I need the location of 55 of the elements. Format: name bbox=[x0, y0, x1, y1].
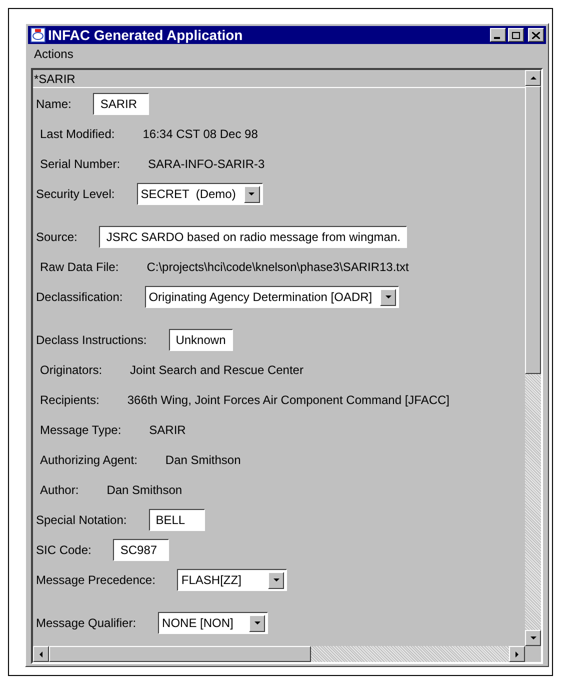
field-label: Message Type: bbox=[40, 422, 122, 439]
field-label: SIC Code: bbox=[36, 542, 92, 559]
field-value: 366th Wing, Joint Forces Air Component Command [JFACC] bbox=[127, 392, 450, 409]
field-label: Declass Instructions: bbox=[36, 332, 147, 349]
field-label: Special Notation: bbox=[36, 512, 127, 529]
text-field[interactable]: BELL bbox=[148, 509, 205, 531]
field-label: Raw Data File: bbox=[40, 259, 119, 276]
dropdown[interactable]: NONE [NON] bbox=[158, 612, 268, 634]
dropdown-arrow-icon bbox=[252, 620, 262, 626]
text-field[interactable]: SARIR bbox=[93, 93, 150, 115]
app-icon bbox=[30, 27, 46, 43]
window-title: INFAC Generated Application bbox=[48, 26, 244, 45]
field-value: SARA-INFO-SARIR-3 bbox=[148, 156, 265, 173]
menu-item[interactable]: Actions bbox=[34, 45, 74, 63]
horizontal-scrollbar[interactable] bbox=[33, 646, 525, 662]
maximize-icon bbox=[512, 32, 520, 38]
close-button[interactable] bbox=[528, 28, 544, 42]
scroll-down-icon bbox=[528, 635, 538, 641]
field-label: Message Precedence: bbox=[36, 572, 156, 589]
field-label: Serial Number: bbox=[40, 156, 120, 173]
field-value: Joint Search and Rescue Center bbox=[130, 362, 304, 379]
dropdown-arrow-icon bbox=[384, 294, 393, 300]
field-label: Author: bbox=[40, 482, 79, 499]
field-value: Dan Smithson bbox=[165, 452, 241, 469]
dropdown[interactable]: Originating Agency Determination [OADR] bbox=[144, 286, 400, 308]
maximize-button[interactable] bbox=[508, 28, 524, 42]
vertical-scrollbar[interactable] bbox=[525, 70, 541, 646]
close-icon bbox=[532, 32, 540, 38]
field-label: Name: bbox=[36, 96, 72, 113]
field-value: SARIR bbox=[149, 422, 186, 439]
field-value: Dan Smithson bbox=[106, 482, 182, 499]
text-field[interactable]: Unknown bbox=[168, 329, 233, 351]
scroll-right-icon bbox=[514, 650, 520, 658]
dropdown[interactable]: SECRET (Demo) bbox=[136, 183, 263, 205]
field-value: 16:34 CST 08 Dec 98 bbox=[142, 126, 258, 143]
dropdown[interactable]: FLASH[ZZ] bbox=[177, 569, 288, 591]
field-label: Source: bbox=[36, 229, 78, 246]
minimize-button[interactable] bbox=[490, 28, 506, 42]
scroll-thumb[interactable] bbox=[525, 86, 541, 374]
field-label: Declassification: bbox=[36, 289, 123, 306]
field-value: C:\projects\hci\code\knelson\phase3\SARIR13.txt bbox=[146, 259, 409, 276]
field-label: Authorizing Agent: bbox=[40, 452, 138, 469]
scroll-left-icon bbox=[38, 650, 44, 658]
scroll-thumb[interactable] bbox=[49, 646, 311, 662]
field-label: Last Modified: bbox=[40, 126, 115, 143]
field-label: Originators: bbox=[40, 362, 102, 379]
panel-header: *SARIR bbox=[33, 70, 525, 88]
text-field[interactable]: JSRC SARDO based on radio message from wingman. bbox=[99, 226, 408, 248]
field-label: Recipients: bbox=[40, 392, 100, 409]
dropdown-arrow-icon bbox=[247, 191, 256, 197]
field-label: Message Qualifier: bbox=[36, 615, 136, 632]
field-label: Security Level: bbox=[36, 186, 115, 203]
text-field[interactable]: SC987 bbox=[113, 539, 170, 561]
dropdown-arrow-icon bbox=[272, 577, 281, 583]
scroll-up-icon bbox=[528, 75, 538, 81]
